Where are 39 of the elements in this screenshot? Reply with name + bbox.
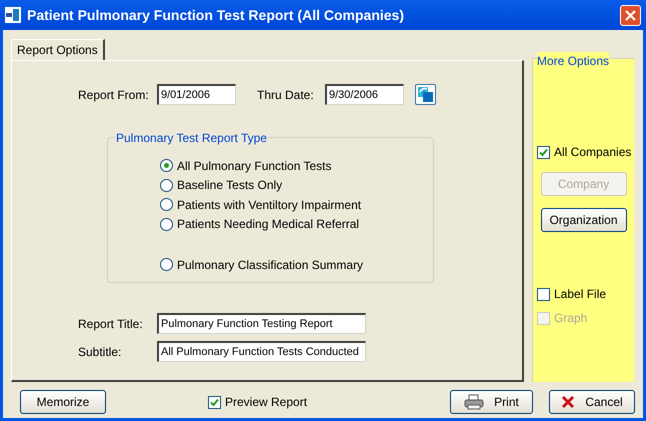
close-icon [625, 10, 636, 20]
radio-button[interactable] [160, 159, 173, 172]
radio-button[interactable] [160, 218, 173, 231]
checkbox[interactable] [208, 396, 221, 408]
checkbox-label: All Companies [554, 144, 632, 161]
app-icon [5, 7, 21, 23]
calendar-button[interactable] [415, 84, 436, 105]
field-label: Report Title: [78, 316, 144, 332]
checkbox-label: Label File [554, 286, 606, 303]
window-title: Patient Pulmonary Function Test Report (All Companies) [27, 6, 405, 25]
checkbox[interactable] [537, 146, 550, 158]
text-field[interactable]: Pulmonary Function Testing Report [157, 313, 366, 334]
text-field[interactable]: 9/01/2006 [157, 84, 236, 105]
checkbox[interactable] [537, 288, 550, 300]
field-label: Subtitle: [78, 344, 122, 360]
close-button[interactable] [620, 4, 641, 26]
field-label: Thru Date: [257, 86, 315, 104]
checkbox-label: Preview Report [225, 394, 308, 411]
radio-label: Patients Needing Medical Referral [177, 216, 360, 234]
printer-icon [464, 394, 484, 410]
radio-label: Pulmonary Classification Summary [177, 256, 364, 274]
radio-button[interactable] [160, 258, 173, 272]
radio-label: Baseline Tests Only [177, 177, 282, 194]
checkbox-label: Graph [554, 310, 588, 327]
panel-title: More Options [537, 52, 610, 70]
field-label: Report From: [78, 86, 150, 104]
text-field[interactable]: 9/30/2006 [325, 84, 404, 105]
radio-label: All Pulmonary Function Tests [177, 158, 332, 175]
text-field[interactable]: All Pulmonary Function Tests Conducted [157, 341, 366, 362]
radio-button[interactable] [160, 198, 173, 212]
button[interactable]: Cancel [549, 390, 636, 414]
tab[interactable]: Report Options [11, 39, 105, 60]
button[interactable]: Memorize [20, 390, 106, 414]
radio-button[interactable] [160, 178, 173, 192]
radio-label: Patients with Ventiltory Impairment [177, 196, 362, 214]
cancel-icon [561, 395, 576, 409]
button[interactable]: Print [450, 390, 534, 414]
calendar-icon [417, 86, 434, 103]
button[interactable]: Organization [540, 208, 626, 232]
